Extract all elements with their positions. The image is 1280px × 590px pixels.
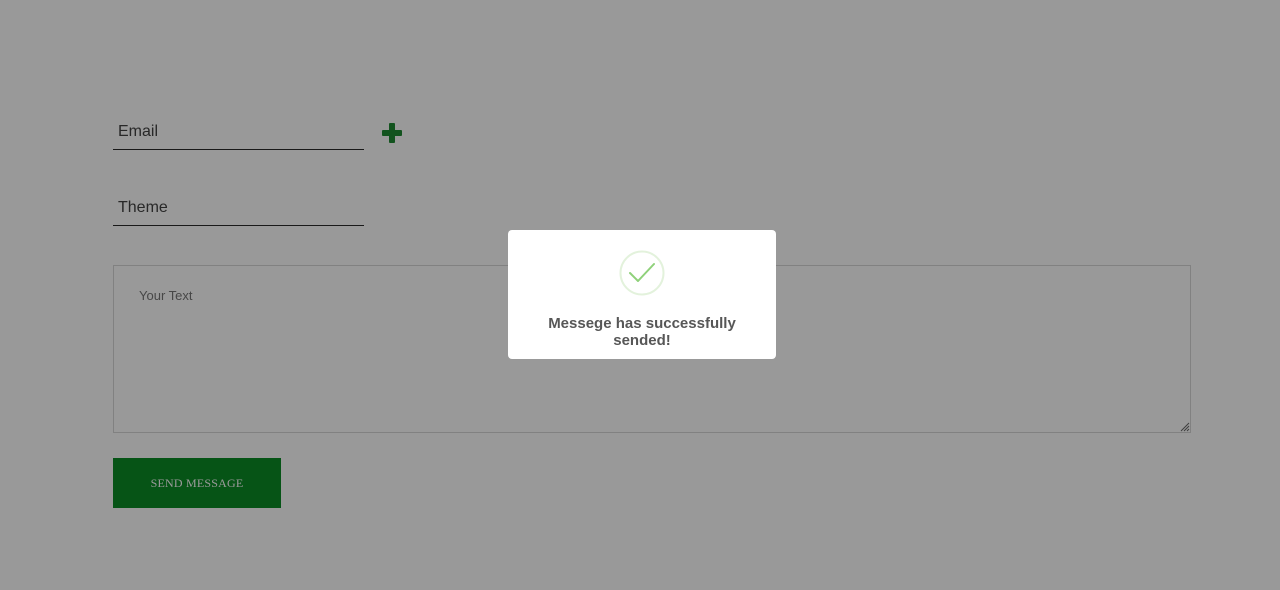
check-circle-icon: [619, 250, 665, 296]
success-message: Messege has successfully sended!: [548, 315, 736, 349]
success-modal: Messege has successfully sended!: [508, 230, 776, 359]
page: SEND MESSAGE Messege has successfully se…: [0, 0, 1280, 590]
